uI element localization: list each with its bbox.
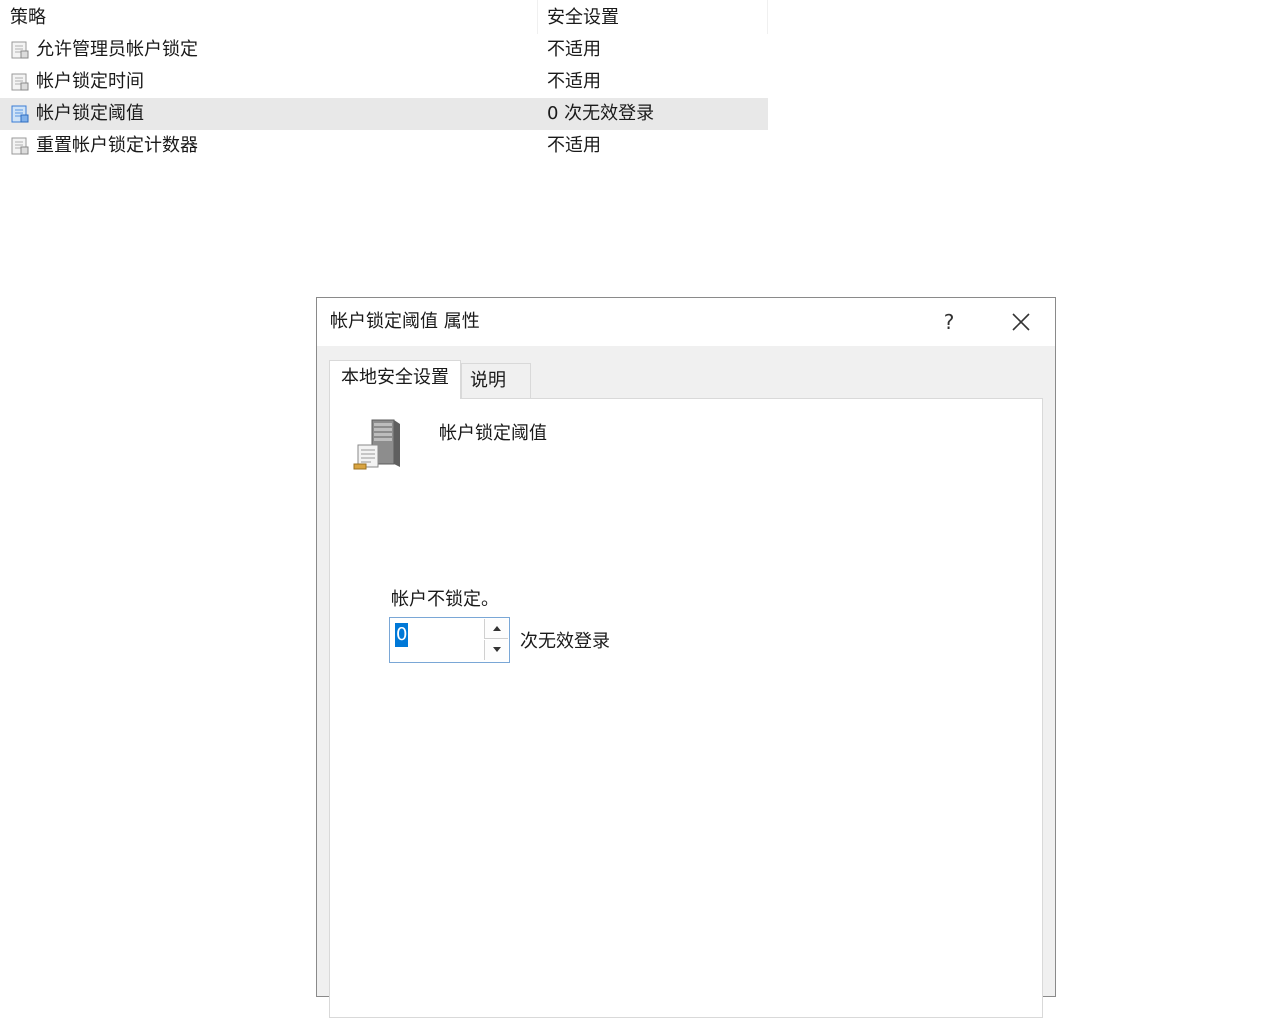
column-header-policy[interactable]: 策略 bbox=[10, 5, 535, 31]
policy-document-selected-icon bbox=[11, 105, 29, 123]
dialog-title: 帐户锁定阈值 属性 bbox=[330, 311, 480, 332]
policy-name: 重置帐户锁定计数器 bbox=[36, 135, 198, 156]
spin-up-button[interactable] bbox=[484, 619, 508, 639]
server-icon bbox=[353, 419, 400, 470]
policy-value: 0 次无效登录 bbox=[547, 103, 655, 124]
threshold-unit-label: 次无效登录 bbox=[520, 631, 610, 652]
policy-name: 允许管理员帐户锁定 bbox=[36, 39, 198, 60]
help-button[interactable]: ? bbox=[931, 304, 967, 340]
policy-value: 不适用 bbox=[547, 39, 601, 60]
policy-document-icon bbox=[11, 137, 29, 155]
threshold-spinbox[interactable]: 0 bbox=[389, 617, 510, 663]
policy-document-icon bbox=[11, 41, 29, 59]
policy-value: 不适用 bbox=[547, 71, 601, 92]
spin-down-button[interactable] bbox=[484, 640, 508, 660]
column-divider[interactable] bbox=[537, 0, 538, 34]
dialog-titlebar[interactable]: 帐户锁定阈值 属性 ? bbox=[317, 298, 1055, 346]
policy-value: 不适用 bbox=[547, 135, 601, 156]
tab-panel-local-security-setting: 帐户锁定阈值 帐户不锁定。 0 次无效登录 bbox=[329, 398, 1043, 1018]
arrow-down-icon bbox=[493, 647, 501, 652]
policy-row-allow-admin-lockout[interactable]: 允许管理员帐户锁定 不适用 bbox=[0, 34, 768, 66]
arrow-up-icon bbox=[493, 626, 501, 631]
policy-row-lockout-threshold[interactable]: 帐户锁定阈值 0 次无效登录 bbox=[0, 98, 768, 130]
close-icon bbox=[1012, 313, 1030, 331]
close-button[interactable] bbox=[1003, 304, 1039, 340]
policy-list: ^ 策略 安全设置 允许管理员帐户锁定 不适用 帐户锁定时间 不适用 帐户锁定阈… bbox=[0, 0, 768, 170]
policy-name: 帐户锁定时间 bbox=[36, 71, 144, 92]
policy-row-reset-lockout-counter[interactable]: 重置帐户锁定计数器 不适用 bbox=[0, 130, 768, 162]
policy-row-lockout-duration[interactable]: 帐户锁定时间 不适用 bbox=[0, 66, 768, 98]
list-header: ^ 策略 安全设置 bbox=[0, 0, 768, 34]
threshold-input[interactable]: 0 bbox=[395, 623, 409, 647]
column-divider[interactable] bbox=[767, 0, 768, 34]
properties-dialog: 帐户锁定阈值 属性 ? 本地安全设置 说明 帐户锁定阈值 帐户不锁定。 0 次无… bbox=[316, 297, 1056, 1018]
lockout-state-text: 帐户不锁定。 bbox=[391, 589, 499, 610]
policy-title: 帐户锁定阈值 bbox=[439, 423, 547, 444]
policy-document-icon bbox=[11, 73, 29, 91]
column-header-security-setting[interactable]: 安全设置 bbox=[547, 5, 767, 31]
policy-name: 帐户锁定阈值 bbox=[36, 103, 144, 124]
tab-explain[interactable]: 说明 bbox=[461, 363, 531, 399]
tab-local-security-setting[interactable]: 本地安全设置 bbox=[329, 360, 461, 399]
